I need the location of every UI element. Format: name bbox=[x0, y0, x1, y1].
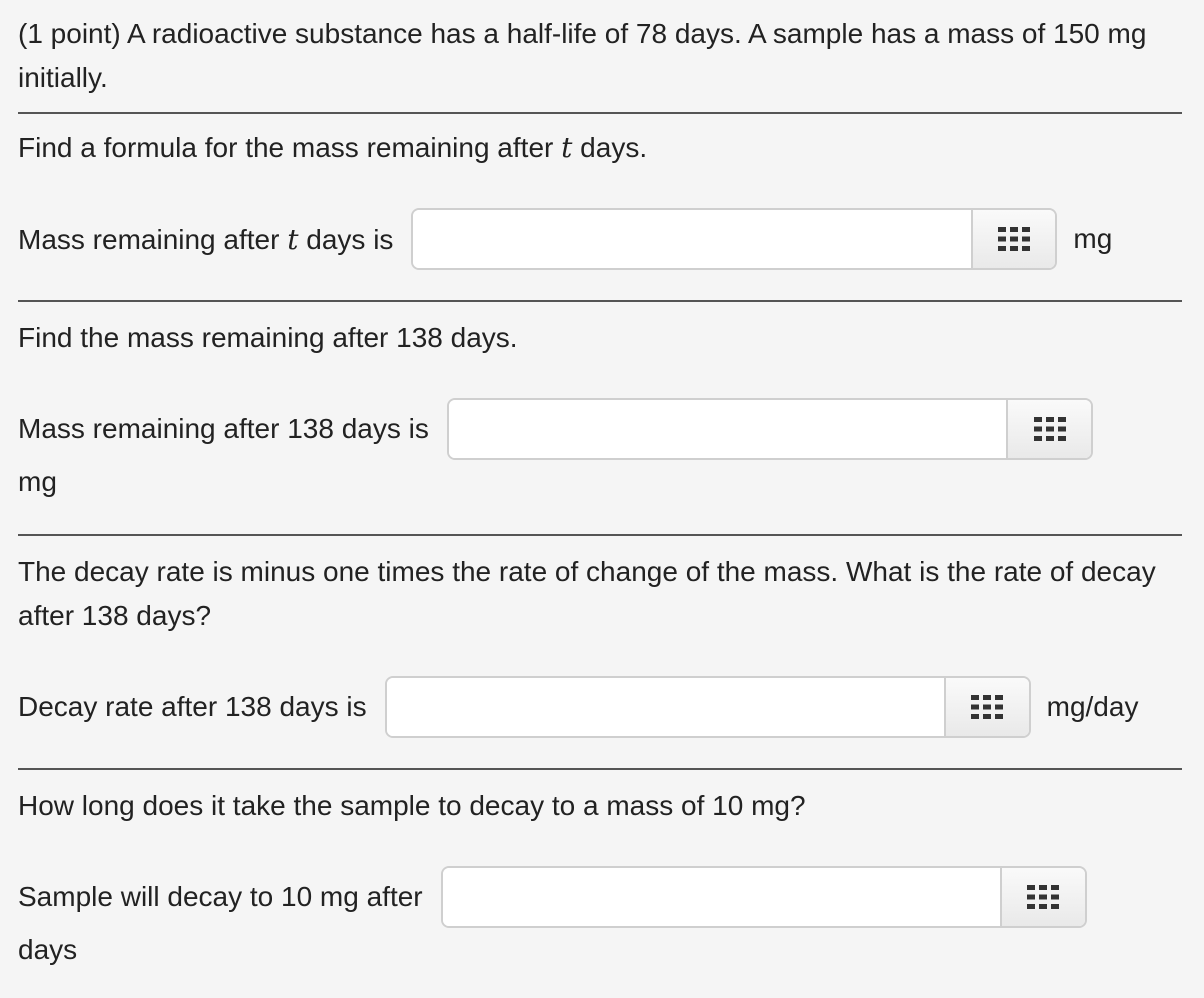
part-3-answer-label: Decay rate after 138 days is bbox=[18, 691, 367, 722]
equation-editor-button[interactable] bbox=[970, 210, 1056, 268]
part-4-answer-row: Sample will decay to 10 mg after bbox=[18, 866, 1182, 928]
equation-editor-button[interactable] bbox=[944, 678, 1029, 736]
time-to-10mg-input[interactable] bbox=[442, 868, 1001, 926]
part-1-answer-row: Mass remaining after t days is mg bbox=[18, 208, 1182, 270]
part-1-answer-box bbox=[411, 208, 1058, 270]
part-4-answer-label: Sample will decay to 10 mg after bbox=[18, 881, 423, 912]
part-3-unit: mg/day bbox=[1046, 691, 1139, 722]
mass-formula-input[interactable] bbox=[413, 210, 971, 268]
part-2-question: Find the mass remaining after 138 days. bbox=[18, 322, 518, 353]
part-3-answer-row: Decay rate after 138 days is mg/day bbox=[18, 676, 1182, 738]
grid-icon bbox=[971, 695, 1004, 719]
decay-rate-input[interactable] bbox=[386, 678, 945, 736]
part-2-answer-box bbox=[446, 398, 1093, 460]
section-divider bbox=[18, 300, 1182, 302]
problem-page: (1 point) A radioactive substance has a … bbox=[18, 12, 1182, 972]
part-2-answer-label: Mass remaining after 138 days is bbox=[18, 413, 429, 444]
grid-icon bbox=[1033, 417, 1066, 441]
grid-icon bbox=[1027, 885, 1060, 909]
variable-t: t bbox=[561, 131, 573, 164]
part-1-question: Find a formula for the mass remaining af… bbox=[18, 131, 648, 164]
part-4-answer-box bbox=[440, 866, 1087, 928]
grid-icon bbox=[998, 227, 1031, 251]
part-1-unit: mg bbox=[1073, 223, 1113, 254]
part-3-answer-box bbox=[384, 676, 1031, 738]
part-4-unit: days bbox=[18, 934, 78, 965]
part-3-question: The decay rate is minus one times the ra… bbox=[18, 556, 1156, 631]
section-divider bbox=[18, 534, 1182, 536]
part-4-question: How long does it take the sample to deca… bbox=[18, 790, 806, 821]
equation-editor-button[interactable] bbox=[1000, 868, 1085, 926]
equation-editor-button[interactable] bbox=[1006, 400, 1091, 458]
section-divider bbox=[18, 768, 1182, 770]
part-2-unit: mg bbox=[18, 466, 57, 497]
problem-intro: (1 point) A radioactive substance has a … bbox=[18, 18, 1147, 93]
part-1-answer-label: Mass remaining after t days is bbox=[18, 222, 394, 256]
part-2-answer-row: Mass remaining after 138 days is bbox=[18, 398, 1182, 460]
mass-after-138-days-input[interactable] bbox=[448, 400, 1007, 458]
section-divider bbox=[18, 112, 1182, 114]
variable-t: t bbox=[287, 222, 299, 256]
